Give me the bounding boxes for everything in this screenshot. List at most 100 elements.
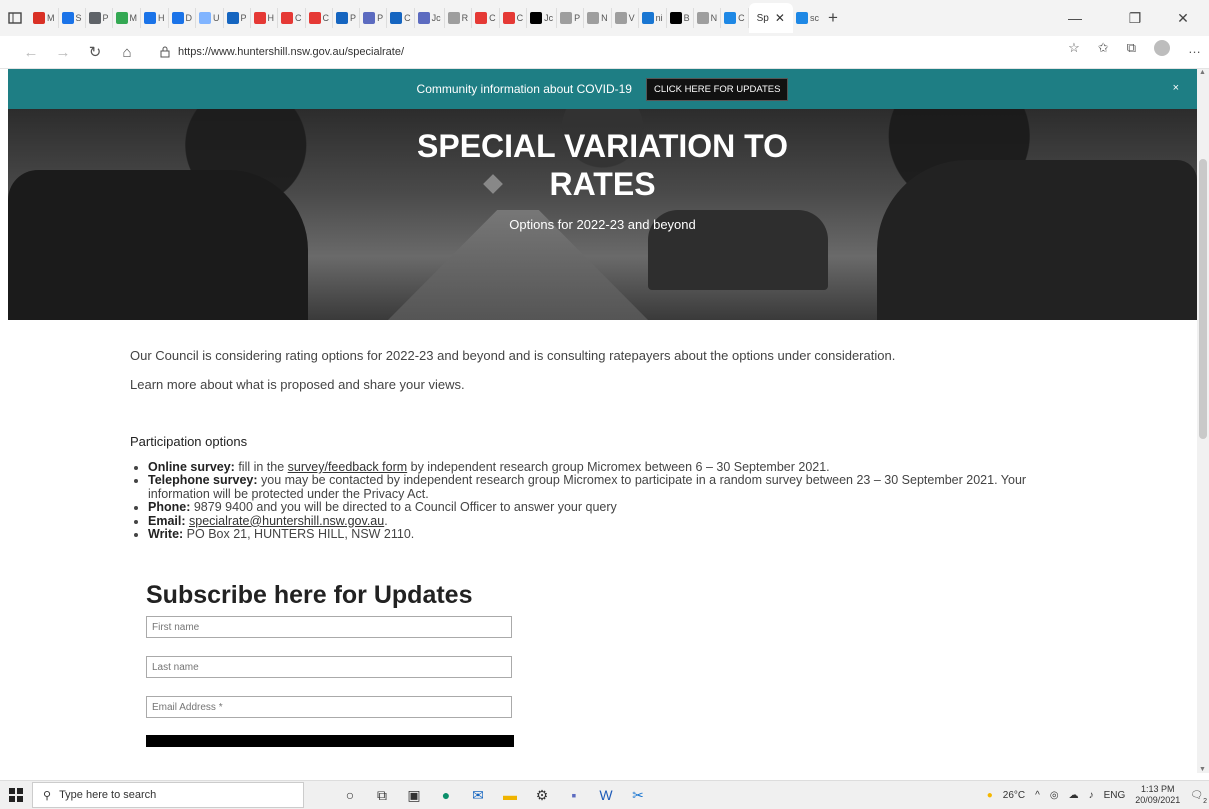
tab-item[interactable]: ni bbox=[639, 8, 667, 28]
page-subtitle: Options for 2022-23 and beyond bbox=[509, 217, 696, 232]
tab-item[interactable]: B bbox=[667, 8, 694, 28]
tab-item[interactable]: C bbox=[278, 8, 306, 28]
tab-item[interactable]: P bbox=[86, 8, 113, 28]
tab-item[interactable]: C bbox=[472, 8, 500, 28]
notification-icon[interactable]: 🗨 2 bbox=[1190, 790, 1207, 805]
profile-avatar[interactable] bbox=[1154, 40, 1170, 56]
tab-favicon-icon bbox=[88, 12, 101, 24]
tab-item[interactable]: U bbox=[196, 8, 224, 28]
new-tab-button[interactable]: + bbox=[828, 8, 838, 28]
close-tab-icon[interactable]: ✕ bbox=[775, 11, 785, 25]
tab-second[interactable]: sc bbox=[793, 8, 822, 28]
edge-icon[interactable]: ● bbox=[430, 781, 462, 809]
tab-item[interactable]: C bbox=[306, 8, 334, 28]
forward-button[interactable]: → bbox=[50, 39, 76, 65]
subscribe-title: Subscribe here for Updates bbox=[146, 581, 473, 610]
mail-icon[interactable]: ✉ bbox=[462, 781, 494, 809]
tab-item[interactable]: H bbox=[251, 8, 279, 28]
teams-icon[interactable]: ▪ bbox=[558, 781, 590, 809]
clock-time: 1:13 PM bbox=[1141, 784, 1175, 794]
tab-label: M bbox=[47, 13, 55, 23]
tab-active[interactable]: Sp ✕ bbox=[748, 3, 793, 33]
email-link[interactable]: specialrate@huntershill.nsw.gov.au bbox=[189, 514, 384, 528]
close-banner-icon[interactable]: × bbox=[1173, 82, 1179, 94]
home-button[interactable]: ⌂ bbox=[114, 39, 140, 65]
refresh-button[interactable]: ↻ bbox=[82, 39, 108, 65]
scroll-up-icon[interactable]: ▲ bbox=[1199, 69, 1206, 76]
tab-favicon-icon bbox=[61, 12, 74, 24]
first-name-field[interactable] bbox=[146, 616, 512, 639]
tab-item[interactable]: Jc bbox=[415, 8, 445, 28]
address-bar[interactable]: https://www.huntershill.nsw.gov.au/speci… bbox=[160, 40, 404, 64]
tab-item[interactable]: D bbox=[169, 8, 197, 28]
bing-icon bbox=[795, 12, 808, 24]
scroll-down-icon[interactable]: ▼ bbox=[1199, 766, 1206, 773]
tab-favicon-icon bbox=[417, 12, 430, 24]
tab-label: P bbox=[102, 13, 109, 23]
last-name-field[interactable] bbox=[146, 656, 512, 679]
file-explorer-icon[interactable]: ▬ bbox=[494, 781, 526, 809]
tab-item[interactable]: P bbox=[557, 8, 585, 28]
tab-item[interactable]: P bbox=[333, 8, 361, 28]
word-icon[interactable]: W bbox=[590, 781, 622, 809]
subscribe-button[interactable] bbox=[146, 735, 514, 748]
back-button[interactable]: ← bbox=[18, 39, 44, 65]
tab-favicon-icon bbox=[253, 12, 266, 24]
minimize-button[interactable]: — bbox=[1052, 0, 1098, 36]
weather-icon[interactable]: ● bbox=[987, 790, 993, 801]
tab-item[interactable]: N bbox=[584, 8, 612, 28]
tab-favicon-icon bbox=[560, 12, 573, 24]
tab-item[interactable]: R bbox=[445, 8, 473, 28]
tab-item[interactable]: P bbox=[360, 8, 388, 28]
option-label: Phone: bbox=[148, 500, 191, 515]
task-view-icon[interactable]: ⧉ bbox=[366, 781, 398, 809]
covid-updates-button[interactable]: CLICK HERE FOR UPDATES bbox=[645, 77, 789, 101]
survey-link[interactable]: survey/feedback form bbox=[288, 460, 408, 474]
tab-item[interactable]: M bbox=[113, 8, 142, 28]
tab-label: C bbox=[516, 13, 524, 23]
clock[interactable]: 1:13 PM 20/09/2021 bbox=[1135, 784, 1180, 806]
tab-item[interactable]: Jc bbox=[527, 8, 558, 28]
volume-icon[interactable]: ♪ bbox=[1089, 790, 1094, 801]
favorites-icon[interactable]: ✩ bbox=[1098, 40, 1109, 56]
email-address-field[interactable] bbox=[146, 696, 512, 719]
tab-item[interactable]: N bbox=[694, 8, 722, 28]
tab-label: U bbox=[213, 13, 220, 23]
windows-start-icon[interactable] bbox=[0, 781, 32, 809]
cortana-icon[interactable]: ○ bbox=[334, 781, 366, 809]
store-icon[interactable]: ▣ bbox=[398, 781, 430, 809]
tab-item[interactable]: S bbox=[59, 8, 86, 28]
chevron-up-icon[interactable]: ^ bbox=[1035, 790, 1040, 801]
tab-favicon-icon bbox=[199, 12, 212, 24]
tab-favicon-icon bbox=[724, 12, 737, 24]
tab-item[interactable]: C bbox=[721, 8, 749, 28]
network-icon[interactable]: ◎ bbox=[1050, 790, 1059, 801]
title-line-1: SPECIAL VARIATION TO bbox=[417, 128, 788, 164]
browser-tab-strip: M S P M H D U P H C C P P C Jc R C C Jc P N Vni B N C Sp ✕ sc + … bbox=[0, 0, 1209, 36]
language-indicator[interactable]: ENG bbox=[1104, 790, 1126, 801]
tab-item[interactable]: P bbox=[224, 8, 251, 28]
restore-button[interactable]: ❐ bbox=[1112, 0, 1158, 36]
tab-actions-icon[interactable] bbox=[0, 0, 30, 36]
tab-item[interactable]: C bbox=[500, 8, 528, 28]
tab-label: P bbox=[350, 13, 357, 23]
option-online: Online survey: fill in the survey/feedba… bbox=[148, 460, 1068, 474]
scrollbar-thumb[interactable] bbox=[1199, 159, 1207, 439]
settings-icon[interactable]: ⚙ bbox=[526, 781, 558, 809]
cloud-icon[interactable]: ☁ bbox=[1069, 790, 1079, 801]
taskbar-search[interactable]: ⚲ Type here to search bbox=[32, 782, 304, 808]
tab-item[interactable]: H bbox=[141, 8, 169, 28]
close-window-button[interactable]: ✕ bbox=[1160, 0, 1206, 36]
add-favorite-icon[interactable]: ☆ bbox=[1068, 40, 1080, 56]
subscribe-form: Subscribe here for Updates bbox=[146, 581, 1197, 748]
page-scrollbar[interactable]: ▲ ▼ bbox=[1197, 69, 1209, 773]
tab-item[interactable]: V bbox=[612, 8, 639, 28]
snipping-tool-icon[interactable]: ✂ bbox=[622, 781, 654, 809]
temperature[interactable]: 26°C bbox=[1003, 790, 1025, 801]
tab-item[interactable]: M bbox=[30, 8, 59, 28]
collections-icon[interactable]: ⧉ bbox=[1127, 40, 1136, 56]
more-menu-icon[interactable]: … bbox=[1188, 41, 1201, 56]
option-email: Email: specialrate@huntershill.nsw.gov.a… bbox=[148, 514, 1068, 528]
tab-item[interactable]: C bbox=[387, 8, 415, 28]
tab-favicon-icon bbox=[530, 12, 543, 24]
